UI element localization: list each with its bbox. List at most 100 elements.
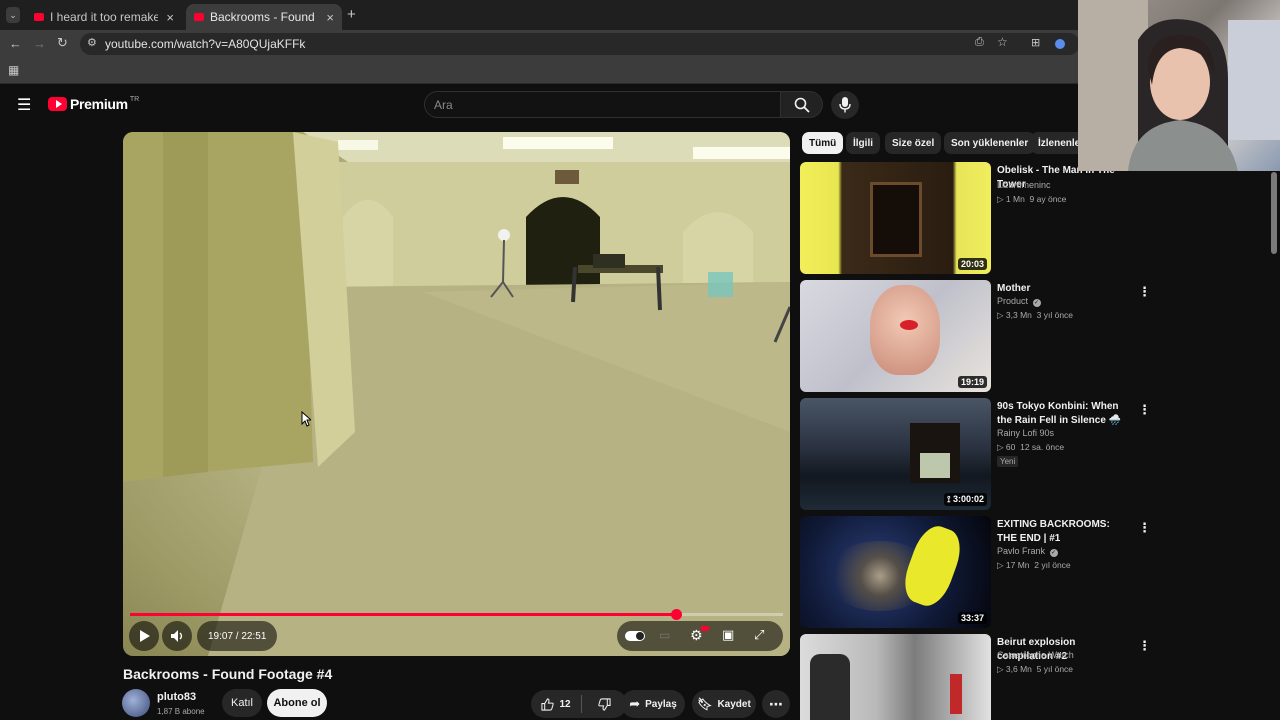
thumbs-up-icon (541, 697, 555, 711)
bookmark-icon: 🔖︎ (697, 697, 713, 711)
youtube-logo-text: Premium (70, 96, 128, 112)
subtitles-icon[interactable]: ▭ (659, 628, 670, 642)
play-icon (140, 630, 150, 642)
channel-label: Pavlo Frank (997, 546, 1046, 556)
recommendation-item[interactable]: 33:37 EXITING BACKROOMS: THE END | #1 Pa… (800, 516, 1160, 629)
chip-recent-uploads[interactable]: Son yüklenenler (944, 132, 1036, 154)
chip-related[interactable]: İlgili (846, 132, 880, 154)
more-vertical-icon[interactable]: ⋮ (1138, 520, 1151, 536)
hd-badge-icon (701, 626, 709, 631)
recommendation-item[interactable]: 19:19 Mother Product ✓ ▷ 3,3 Mn 3 yıl ön… (800, 280, 1160, 393)
youtube-logo[interactable]: Premium TR (48, 96, 139, 112)
video-thumbnail[interactable]: 33:37 (800, 516, 991, 628)
progress-scrubber[interactable] (670, 609, 682, 620)
apps-grid-icon[interactable]: ▦ (8, 63, 19, 77)
site-info-icon[interactable]: ⚙ (87, 36, 97, 49)
tab-close-icon[interactable]: × (326, 10, 334, 25)
hamburger-menu-icon[interactable]: ☰ (17, 95, 31, 115)
video-thumbnail[interactable]: 19:19 (800, 280, 991, 392)
recommendation-title[interactable]: 90s Tokyo Konbini: When the Rain Fell in… (997, 400, 1132, 428)
tab-search-chevron-icon[interactable]: ⌄ (6, 7, 20, 23)
recommendation-item[interactable]: ⟟ 3:00:02 90s Tokyo Konbini: When the Ra… (800, 398, 1160, 511)
back-arrow-icon[interactable]: ← (9, 36, 22, 51)
autoplay-toggle[interactable] (625, 631, 645, 641)
install-app-icon[interactable]: ⎙ (975, 36, 984, 49)
recommendation-item[interactable]: Beirut explosion compilation #2 Catastro… (800, 634, 1160, 720)
upload-age: 3 yıl önce (1036, 310, 1074, 320)
views-play-icon: ▷ (997, 194, 1006, 204)
video-thumbnail[interactable]: ⟟ 3:00:02 (800, 398, 991, 510)
more-vertical-icon[interactable]: ⋮ (1138, 284, 1151, 300)
like-button[interactable]: 12 (531, 697, 581, 711)
search-input[interactable]: Ara (424, 91, 781, 118)
extensions-icon[interactable]: ⊞ (1031, 36, 1040, 49)
url-text[interactable]: youtube.com/watch?v=A80QUjaKFFk (105, 37, 305, 51)
volume-button[interactable] (162, 621, 192, 651)
fullscreen-icon[interactable]: ⤢ (754, 627, 764, 643)
new-badge: Yeni (997, 456, 1019, 467)
search-placeholder: Ara (434, 98, 453, 112)
voice-search-button[interactable] (831, 91, 859, 119)
play-button[interactable] (129, 621, 159, 651)
tab-title: I heard it too remake - YouTube (50, 10, 159, 24)
theater-mode-icon[interactable]: ▣ (722, 627, 734, 643)
search-icon (794, 97, 810, 113)
video-thumbnail[interactable]: 20:03 (800, 162, 991, 274)
view-count: 17 Mn (1005, 560, 1030, 570)
profile-avatar-icon[interactable] (1055, 39, 1065, 49)
recommendation-meta: ▷ 3,6 Mn 5 yıl önce (997, 664, 1073, 675)
recommendation-meta: ▷ 1 Mn 9 ay önce (997, 194, 1066, 205)
page-scrollbar-thumb[interactable] (1271, 172, 1277, 254)
time-display: 19:07 / 22:51 (197, 621, 278, 651)
share-button[interactable]: ➦ Paylaş (621, 690, 685, 718)
channel-name[interactable]: pluto83 (157, 691, 196, 703)
recommendation-item[interactable]: 20:03 Obelisk - The Man In The Tower Liz… (800, 162, 1160, 275)
views-play-icon: ▷ (997, 442, 1006, 452)
omnibox[interactable]: ⚙ youtube.com/watch?v=A80QUjaKFFk ⎙ ☆ (80, 33, 1080, 55)
youtube-play-logo-icon (48, 97, 67, 111)
upload-age: 12 sa. önce (1020, 442, 1065, 452)
region-code: TR (129, 95, 140, 103)
chip-all[interactable]: Tümü (802, 132, 844, 154)
tab-backrooms[interactable]: Backrooms - Found Footage #4 × (186, 4, 342, 30)
channel-avatar[interactable] (122, 689, 150, 717)
tab-i-heard-it-too[interactable]: I heard it too remake - YouTube × (26, 4, 182, 30)
recommendation-title[interactable]: EXITING BACKROOMS: THE END | #1 (997, 518, 1132, 546)
verified-check-icon: ✓ (1049, 549, 1058, 557)
subscriber-count: 1,87 B abone (157, 707, 205, 716)
reload-icon[interactable]: ↻ (57, 35, 68, 51)
more-vertical-icon[interactable]: ⋮ (1138, 402, 1151, 418)
more-actions-button[interactable]: ⋯ (762, 690, 790, 718)
share-label: Paylaş (645, 698, 677, 710)
subscribe-button[interactable]: Abone ol (267, 689, 327, 717)
tab-close-icon[interactable]: × (166, 10, 174, 25)
like-dislike-group: 12 (531, 690, 627, 718)
recommendation-channel[interactable]: Catastrophe Watch (997, 650, 1074, 660)
recommendation-channel[interactable]: Product ✓ (997, 296, 1041, 307)
view-count: 1 Mn (1005, 194, 1025, 204)
autoplay-knob-icon (636, 632, 644, 640)
chip-for-you[interactable]: Size özel (885, 132, 942, 154)
thumbnail-person-art (810, 654, 850, 720)
bookmark-star-icon[interactable]: ☆ (997, 35, 1008, 49)
thumbnail-face-art (870, 285, 940, 375)
recommendation-channel[interactable]: Lizardmeninc (997, 180, 1051, 190)
more-vertical-icon[interactable]: ⋮ (1138, 638, 1151, 654)
new-tab-icon[interactable]: + (347, 6, 356, 23)
recommendation-title[interactable]: Mother (997, 282, 1132, 296)
forward-arrow-icon[interactable]: → (33, 36, 46, 51)
mouse-cursor-icon (301, 411, 311, 427)
youtube-favicon-icon (34, 13, 44, 21)
youtube-favicon-icon (194, 13, 204, 21)
video-player[interactable]: 19:07 / 22:51 ▭ ⚙ ▣ ⤢ (123, 132, 790, 656)
save-button[interactable]: 🔖︎ Kaydet (692, 690, 756, 718)
recommendation-channel[interactable]: Pavlo Frank ✓ (997, 546, 1058, 557)
upload-age: 2 yıl önce (1034, 560, 1071, 570)
save-label: Kaydet (717, 698, 751, 710)
recommendation-channel[interactable]: Rainy Lofi 90s (997, 428, 1054, 438)
tab-title: Backrooms - Found Footage #4 (210, 10, 318, 24)
progress-track[interactable] (130, 609, 783, 620)
search-button[interactable] (781, 91, 823, 118)
video-thumbnail[interactable] (800, 634, 991, 720)
join-button[interactable]: Katıl (222, 689, 262, 717)
